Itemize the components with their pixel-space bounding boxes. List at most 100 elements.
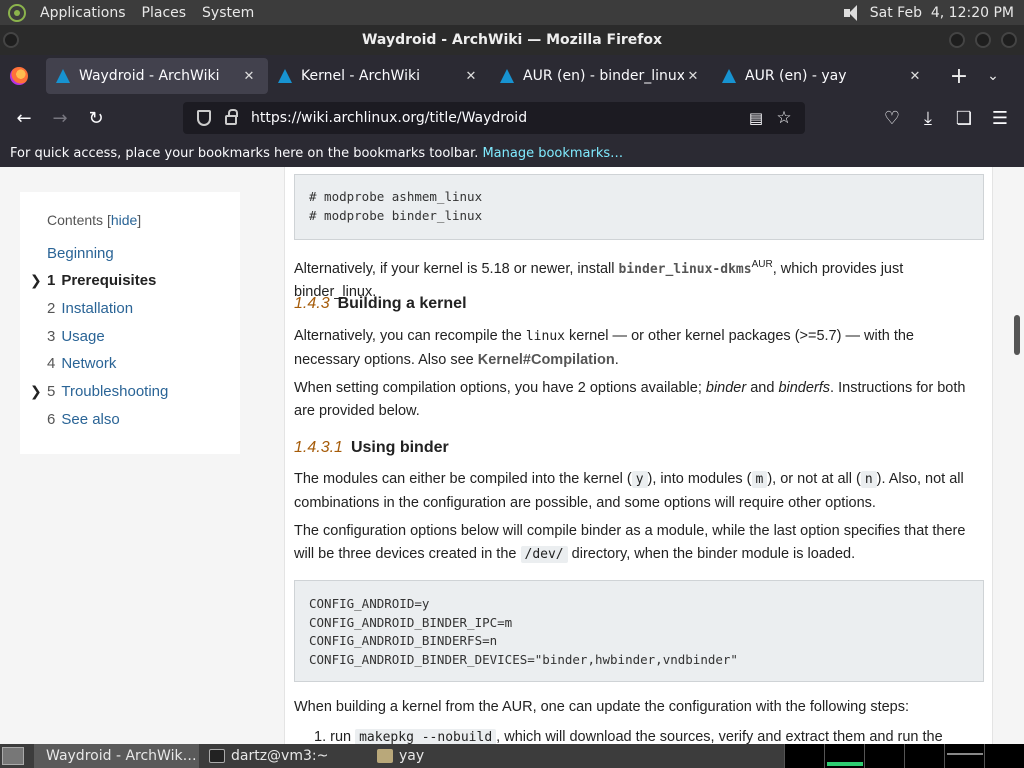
code-block-config[interactable]: CONFIG_ANDROID=y CONFIG_ANDROID_BINDER_I… bbox=[294, 580, 984, 682]
tab-close-icon[interactable]: ✕ bbox=[462, 69, 480, 84]
toc-expand-icon[interactable]: ❯ bbox=[30, 384, 42, 400]
show-desktop-icon[interactable] bbox=[2, 747, 24, 765]
archwiki-favicon-icon bbox=[56, 69, 70, 83]
minimize-icon[interactable] bbox=[949, 32, 965, 48]
panel-tray: Sat Feb 4, 12:20 PM bbox=[842, 4, 1024, 21]
toc-hide-link[interactable]: hide bbox=[111, 212, 137, 228]
reader-view-icon[interactable]: ▤ bbox=[745, 109, 767, 127]
aur-link[interactable]: AUR bbox=[752, 259, 773, 270]
toc-item-beginning[interactable]: Beginning bbox=[47, 245, 114, 262]
nav-right-tools: ♡ ⤓ ❏ ☰ bbox=[874, 102, 1018, 134]
workspace-6[interactable] bbox=[984, 744, 1024, 768]
toc-item-troubleshooting[interactable]: 5 Troubleshooting bbox=[47, 383, 168, 400]
code-block-modprobe[interactable]: # modprobe ashmem_linux # modprobe binde… bbox=[294, 174, 984, 240]
heading-using-binder: 1.4.3.1 Using binder bbox=[294, 439, 449, 456]
aur-favicon-icon bbox=[500, 69, 514, 83]
window-title: Waydroid - ArchWiki — Mozilla Firefox bbox=[361, 32, 663, 48]
paragraph-aur-build: When building a kernel from the AUR, one… bbox=[294, 699, 910, 715]
code-line: CONFIG_ANDROID_BINDERFS=n bbox=[309, 633, 498, 648]
window-menu-icon[interactable] bbox=[3, 32, 19, 48]
bookmarks-hint: For quick access, place your bookmarks h… bbox=[10, 145, 479, 161]
tab-label: AUR (en) - yay bbox=[745, 68, 847, 84]
article-content: # modprobe ashmem_linux # modprobe binde… bbox=[284, 167, 993, 744]
workspace-4[interactable] bbox=[904, 744, 944, 768]
toc-item-prerequisites[interactable]: 1 Prerequisites bbox=[47, 272, 156, 289]
tab-close-icon[interactable]: ✕ bbox=[906, 69, 924, 84]
toc-item-see-also[interactable]: 6 See also bbox=[47, 411, 120, 428]
workspace-2[interactable] bbox=[824, 744, 864, 768]
forward-button[interactable]: → bbox=[42, 102, 78, 134]
kernel-compilation-link[interactable]: Kernel#Compilation bbox=[478, 352, 615, 368]
toc-title: Contents [hide] bbox=[47, 212, 142, 228]
tab-waydroid[interactable]: Waydroid - ArchWiki ✕ bbox=[46, 58, 268, 94]
nav-toolbar: ← → ↻ https://wiki.archlinux.org/title/W… bbox=[0, 97, 1024, 139]
tab-label: Waydroid - ArchWiki bbox=[79, 68, 220, 84]
page-viewport: Contents [hide] Beginning ❯ 1 Prerequisit… bbox=[0, 167, 1024, 744]
table-of-contents: Contents [hide] Beginning ❯ 1 Prerequisit… bbox=[20, 192, 240, 454]
places-menu[interactable]: Places bbox=[134, 5, 195, 21]
aur-favicon-icon bbox=[722, 69, 736, 83]
window-titlebar[interactable]: Waydroid - ArchWiki — Mozilla Firefox bbox=[0, 25, 1024, 55]
terminal-task-icon bbox=[209, 749, 225, 763]
tab-close-icon[interactable]: ✕ bbox=[684, 69, 702, 84]
tab-close-icon[interactable]: ✕ bbox=[240, 69, 258, 84]
scrollbar-thumb[interactable] bbox=[1014, 315, 1020, 355]
code-line: CONFIG_ANDROID_BINDER_DEVICES="binder,hw… bbox=[309, 651, 738, 667]
panel-menu: Applications Places System bbox=[0, 3, 262, 22]
clock[interactable]: Sat Feb 4, 12:20 PM bbox=[870, 5, 1014, 21]
workspace-switcher bbox=[784, 744, 1024, 768]
binder-dkms-link[interactable]: binder_linux-dkms bbox=[619, 262, 752, 277]
code-line: CONFIG_ANDROID_BINDER_IPC=m bbox=[309, 614, 513, 630]
top-panel: Applications Places System Sat Feb 4, 12… bbox=[0, 0, 1024, 25]
volume-icon[interactable] bbox=[842, 4, 862, 21]
bookmarks-toolbar: For quick access, place your bookmarks h… bbox=[0, 139, 1024, 167]
paragraph-modules: The modules can either be compiled into … bbox=[294, 471, 964, 511]
page-scrollbar[interactable] bbox=[1010, 167, 1024, 744]
tab-bar: Waydroid - ArchWiki ✕ Kernel - ArchWiki … bbox=[0, 55, 1024, 97]
code-line: # modprobe ashmem_linux bbox=[309, 189, 483, 204]
workspace-1[interactable] bbox=[784, 744, 824, 768]
code-line: CONFIG_ANDROID=y bbox=[309, 596, 430, 611]
url-text[interactable]: https://wiki.archlinux.org/title/Waydroi… bbox=[251, 110, 737, 126]
distro-logo-icon[interactable] bbox=[8, 3, 26, 22]
workspace-5[interactable] bbox=[944, 744, 984, 768]
paragraph-config-desc: The configuration options below will com… bbox=[294, 523, 966, 563]
paragraph-options: When setting compilation options, you ha… bbox=[294, 380, 966, 419]
firefox-logo-icon bbox=[10, 67, 28, 85]
toc-item-installation[interactable]: 2 Installation bbox=[47, 300, 133, 317]
new-tab-button[interactable]: + bbox=[944, 64, 974, 89]
tab-aur-binder[interactable]: AUR (en) - binder_linux-dkms ✕ bbox=[490, 58, 712, 94]
task-firefox[interactable]: Waydroid - ArchWik… bbox=[34, 744, 199, 768]
pocket-icon[interactable]: ♡ bbox=[874, 102, 910, 134]
tab-kernel[interactable]: Kernel - ArchWiki ✕ bbox=[268, 58, 490, 94]
bookmark-star-icon[interactable]: ☆ bbox=[773, 108, 795, 128]
url-bar[interactable]: https://wiki.archlinux.org/title/Waydroi… bbox=[183, 102, 805, 134]
reload-button[interactable]: ↻ bbox=[78, 102, 114, 134]
tab-aur-yay[interactable]: AUR (en) - yay ✕ bbox=[712, 58, 934, 94]
hamburger-menu-icon[interactable]: ☰ bbox=[982, 102, 1018, 134]
tracking-protection-icon[interactable] bbox=[197, 110, 211, 126]
workspace-3[interactable] bbox=[864, 744, 904, 768]
downloads-icon[interactable]: ⤓ bbox=[910, 102, 946, 134]
task-yay-folder[interactable]: yay bbox=[371, 744, 491, 768]
heading-building-kernel: 1.4.3 Building a kernel bbox=[294, 295, 467, 312]
maximize-icon[interactable] bbox=[975, 32, 991, 48]
toc-expand-icon[interactable]: ❯ bbox=[30, 273, 42, 289]
tab-label: Kernel - ArchWiki bbox=[301, 68, 420, 84]
extensions-icon[interactable]: ❏ bbox=[946, 102, 982, 134]
tab-label: AUR (en) - binder_linux-dkms bbox=[523, 68, 684, 84]
toc-item-usage[interactable]: 3 Usage bbox=[47, 328, 105, 345]
applications-menu[interactable]: Applications bbox=[32, 5, 134, 21]
list-all-tabs-icon[interactable]: ⌄ bbox=[978, 68, 1008, 84]
manage-bookmarks-link[interactable]: Manage bookmarks… bbox=[482, 146, 623, 161]
bottom-taskbar: Waydroid - ArchWik… dartz@vm3:~ yay bbox=[0, 744, 1024, 768]
archwiki-favicon-icon bbox=[278, 69, 292, 83]
lock-icon[interactable] bbox=[225, 109, 238, 125]
close-window-icon[interactable] bbox=[1001, 32, 1017, 48]
system-menu[interactable]: System bbox=[194, 5, 262, 21]
task-terminal[interactable]: dartz@vm3:~ bbox=[203, 744, 371, 768]
back-button[interactable]: ← bbox=[6, 102, 42, 134]
toc-item-network[interactable]: 4 Network bbox=[47, 355, 116, 372]
list-item-makepkg: 1. run makepkg --nobuild, which will dow… bbox=[314, 729, 943, 744]
paragraph-recompile: Alternatively, you can recompile the lin… bbox=[294, 328, 914, 368]
